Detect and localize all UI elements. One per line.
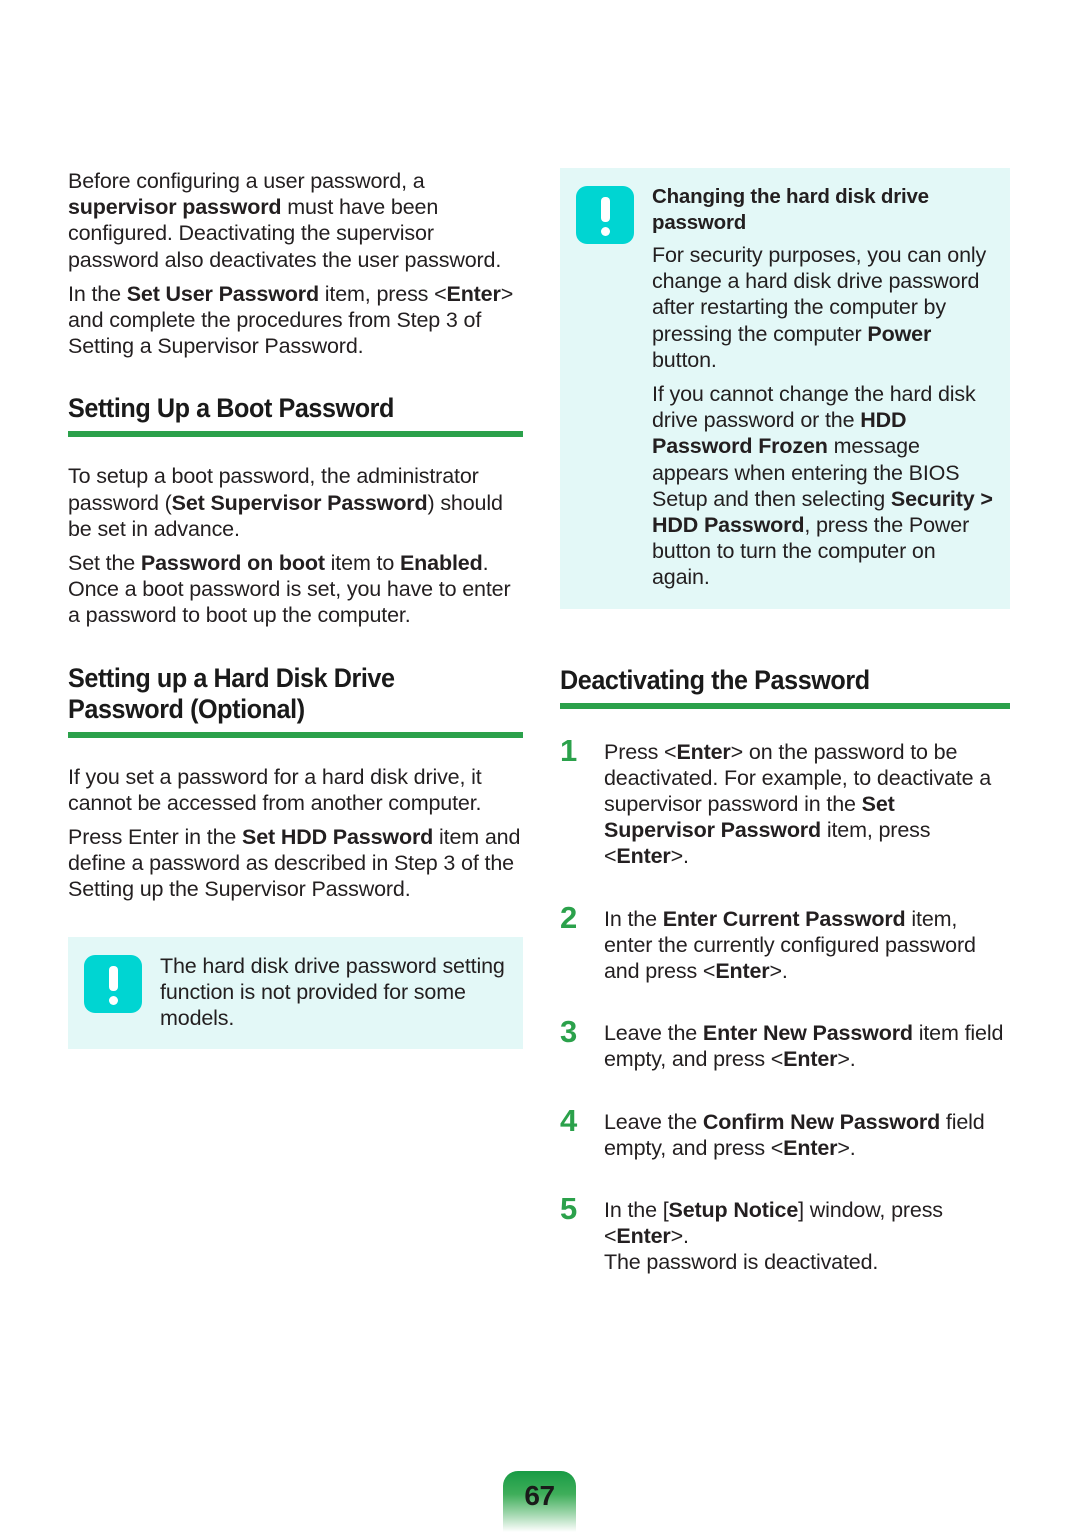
step5-emphasis-enter: Enter (616, 1224, 671, 1249)
step1-emphasis-enter-1: Enter (676, 739, 731, 764)
boot-p2-emphasis-enabled: Enabled (399, 551, 483, 576)
step1-text-g: >. (670, 844, 689, 869)
step4-text-a: Leave the (604, 1109, 703, 1134)
hdd-password-heading: Setting up a Hard Disk Drive Password (O… (68, 662, 395, 724)
hdd-p2-emphasis: Set HDD Password (242, 825, 434, 850)
step5-text-a: In the [ (604, 1198, 669, 1223)
right-note-paragraph-2: If you cannot change the hard disk drive… (652, 381, 994, 591)
step-number: 5 (560, 1191, 577, 1227)
deactivating-password-heading: Deactivating the Password (560, 664, 870, 695)
heading-rule (560, 702, 1010, 709)
left-note-box: The hard disk drive password setting fun… (68, 936, 523, 1050)
step1-text-a: Press < (604, 739, 677, 764)
exclamation-dot (600, 227, 610, 236)
step-item: 2 In the Enter Current Password item, en… (560, 899, 1010, 985)
boot-p1-emphasis: Set Supervisor Password (171, 490, 428, 515)
step-number: 2 (560, 899, 577, 935)
boot-password-heading: Setting Up a Boot Password (68, 393, 394, 424)
exclamation-bar (108, 965, 118, 991)
hdd-paragraph-2: Press Enter in the Set HDD Password item… (68, 824, 523, 903)
boot-password-section: Setting Up a Boot Password To setup a bo… (68, 393, 523, 628)
right-note-box: Changing the hard disk drive password Fo… (560, 168, 1010, 609)
step2-emphasis-item: Enter Current Password (662, 906, 906, 931)
step3-text-e: >. (837, 1047, 856, 1072)
left-note-body: The hard disk drive password setting fun… (160, 953, 507, 1032)
left-note-text: The hard disk drive password setting fun… (160, 953, 505, 1031)
step-number: 1 (560, 732, 577, 768)
exclamation-icon (84, 954, 142, 1013)
step-item: 3 Leave the Enter New Password item fiel… (560, 1014, 1010, 1072)
exclamation-bar (600, 197, 610, 222)
exclamation-dot (108, 995, 118, 1005)
intro-p1-text-a: Before configuring a user password, a (68, 169, 425, 193)
intro-paragraph-2: In the Set User Password item, press <En… (68, 281, 523, 360)
right-note-paragraph-1: For security purposes, you can only chan… (652, 242, 994, 373)
right-note-p1-emphasis-power: Power (867, 321, 932, 346)
deactivating-password-section: Deactivating the Password 1 Press <Enter… (560, 665, 1010, 1276)
heading-rule (68, 431, 523, 438)
step2-emphasis-enter: Enter (715, 959, 770, 984)
step1-emphasis-enter-2: Enter (616, 844, 671, 869)
step3-text-a: Leave the (604, 1021, 703, 1046)
step5-result-text: The password is deactivated. (604, 1250, 879, 1275)
intro-p2-emphasis-enter: Enter (446, 281, 501, 306)
heading-rule (68, 731, 523, 738)
step-item: 1 Press <Enter> on the password to be de… (560, 732, 1010, 870)
step-text: Press <Enter> on the password to be deac… (604, 737, 1010, 870)
boot-paragraph-1: To setup a boot password, the administra… (68, 463, 523, 542)
step-text: Leave the Confirm New Password field emp… (604, 1107, 1010, 1161)
step4-text-e: >. (837, 1135, 856, 1160)
step-item: 5 In the [Setup Notice] window, press <E… (560, 1191, 1010, 1276)
step4-emphasis-enter: Enter (783, 1135, 838, 1160)
boot-paragraph-2: Set the Password on boot item to Enabled… (68, 550, 523, 629)
intro-p1-emphasis: supervisor password (68, 195, 282, 220)
step-number: 4 (560, 1102, 577, 1138)
step-number: 3 (560, 1014, 577, 1050)
hdd-paragraph-1: If you set a password for a hard disk dr… (68, 764, 482, 815)
left-column: Before configuring a user password, a su… (68, 168, 523, 1050)
boot-p2-text-a: Set the (68, 551, 141, 576)
steps-list: 1 Press <Enter> on the password to be de… (560, 732, 1010, 1276)
step2-text-e: >. (769, 959, 788, 984)
step2-text-a: In the (604, 906, 663, 931)
right-note-title: Changing the hard disk drive password (652, 185, 929, 234)
exclamation-icon (576, 186, 634, 244)
step4-emphasis-item: Confirm New Password (702, 1109, 941, 1134)
intro-p2-text-c: item, press < (318, 281, 447, 306)
hdd-password-section: Setting up a Hard Disk Drive Password (O… (68, 663, 523, 903)
right-note-p1-text-c: button. (652, 347, 717, 372)
right-note-p1-text-a: For security purposes, you can only chan… (652, 243, 987, 346)
step-text: In the [Setup Notice] window, press <Ent… (604, 1195, 1010, 1276)
step-text: In the Enter Current Password item, ente… (604, 904, 1010, 985)
step3-emphasis-item: Enter New Password (702, 1021, 913, 1046)
boot-p2-text-c: item to (324, 551, 400, 576)
right-note-p2-text-a: If you cannot change the hard disk drive… (652, 382, 976, 433)
step-text: Leave the Enter New Password item field … (604, 1018, 1010, 1072)
hdd-p2-text-a: Press Enter in the (68, 825, 243, 850)
right-note-body: Changing the hard disk drive password Fo… (652, 184, 994, 591)
right-column: Changing the hard disk drive password Fo… (560, 168, 1010, 1276)
boot-p2-emphasis-item: Password on boot (140, 551, 325, 576)
intro-p2-emphasis-item: Set User Password (126, 281, 319, 306)
document-page: Before configuring a user password, a su… (0, 0, 1080, 1532)
page-number-badge: 67 (503, 1471, 576, 1532)
intro-paragraph-1: Before configuring a user password, a su… (68, 168, 523, 273)
page-number: 67 (524, 1480, 555, 1511)
step-item: 4 Leave the Confirm New Password field e… (560, 1102, 1010, 1161)
step5-emphasis-window: Setup Notice (668, 1198, 799, 1223)
intro-p2-text-a: In the (68, 281, 127, 306)
step5-text-e: >. (670, 1224, 689, 1249)
step3-emphasis-enter: Enter (783, 1047, 838, 1072)
